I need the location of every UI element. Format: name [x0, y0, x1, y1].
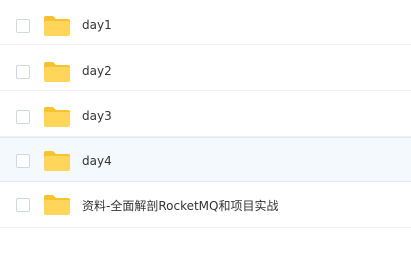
folder-icon — [43, 194, 71, 216]
list-item-resources[interactable]: 资料-全面解剖RocketMQ和项目实战 — [0, 183, 411, 228]
file-list: day1 day2 day3 day4 资料-全面解剖RocketMQ和项目实战 — [0, 0, 411, 275]
list-item-day3[interactable]: day3 — [0, 92, 411, 137]
list-item-day2[interactable]: day2 — [0, 46, 411, 91]
list-item-day4[interactable]: day4 — [0, 137, 411, 182]
row-checkbox[interactable] — [16, 19, 30, 33]
folder-icon — [43, 150, 71, 172]
file-name[interactable]: day4 — [82, 153, 112, 169]
list-item-day1[interactable]: day1 — [0, 0, 411, 45]
folder-icon — [43, 61, 71, 83]
file-name[interactable]: day1 — [82, 17, 112, 33]
row-checkbox[interactable] — [16, 198, 30, 212]
folder-icon — [43, 15, 71, 37]
row-checkbox[interactable] — [16, 154, 30, 168]
file-name[interactable]: day2 — [82, 63, 112, 79]
row-checkbox[interactable] — [16, 110, 30, 124]
folder-icon — [43, 106, 71, 128]
file-name[interactable]: 资料-全面解剖RocketMQ和项目实战 — [82, 198, 278, 214]
file-name[interactable]: day3 — [82, 108, 112, 124]
row-checkbox[interactable] — [16, 65, 30, 79]
